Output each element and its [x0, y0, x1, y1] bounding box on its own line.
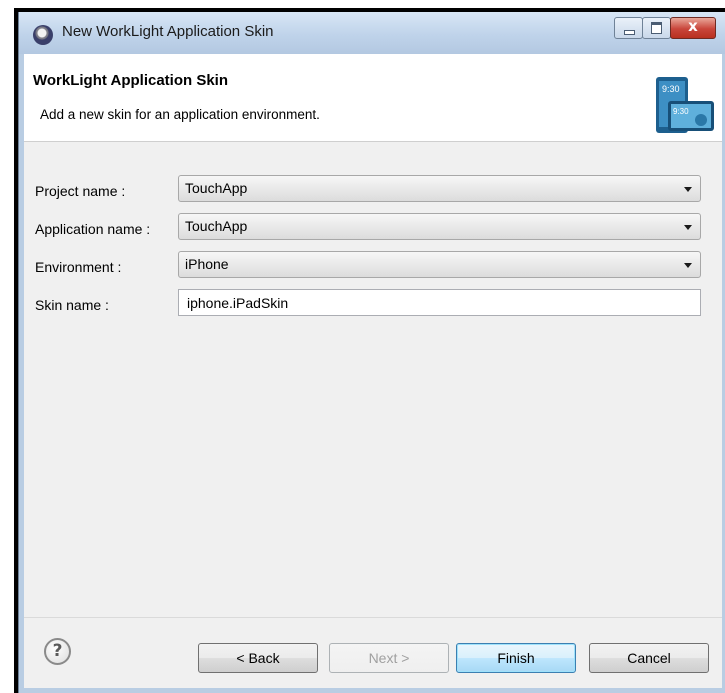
wizard-description: Add a new skin for an application enviro… — [40, 107, 320, 122]
title-bar: New WorkLight Application Skin x — [19, 12, 725, 54]
window-controls: x — [614, 17, 716, 39]
application-name-combo[interactable]: TouchApp — [178, 213, 701, 240]
project-name-row: Project name : TouchApp — [24, 175, 722, 205]
window-title: New WorkLight Application Skin — [62, 23, 274, 40]
skin-name-label: Skin name : — [35, 297, 109, 313]
minimize-button[interactable] — [614, 17, 643, 39]
device-skins-icon: 9:30 9:30 — [656, 77, 714, 133]
project-name-label: Project name : — [35, 183, 126, 199]
environment-label: Environment : — [35, 259, 122, 275]
minimize-icon — [624, 30, 635, 35]
button-bar: ? < Back Next > Finish Cancel — [24, 617, 722, 688]
graphic-time-2: 9:30 — [673, 107, 689, 116]
project-name-combo[interactable]: TouchApp — [178, 175, 701, 202]
help-icon[interactable]: ? — [44, 638, 71, 665]
next-button[interactable]: Next > — [329, 643, 449, 673]
skin-name-input[interactable] — [178, 289, 701, 316]
graphic-time-1: 9:30 — [662, 84, 680, 94]
chevron-down-icon — [684, 187, 692, 192]
chevron-down-icon — [684, 225, 692, 230]
environment-row: Environment : iPhone — [24, 251, 722, 281]
environment-combo[interactable]: iPhone — [178, 251, 701, 278]
environment-value: iPhone — [185, 256, 229, 272]
application-name-row: Application name : TouchApp — [24, 213, 722, 243]
eclipse-app-icon — [33, 25, 53, 45]
project-name-value: TouchApp — [185, 180, 248, 196]
cancel-button[interactable]: Cancel — [589, 643, 709, 673]
finish-button[interactable]: Finish — [456, 643, 576, 673]
dialog-window: New WorkLight Application Skin x WorkLig… — [18, 12, 725, 693]
wizard-title: WorkLight Application Skin — [33, 72, 228, 89]
application-name-label: Application name : — [35, 221, 151, 237]
skin-name-row: Skin name : — [24, 289, 722, 319]
form-body: Project name : TouchApp Application name… — [24, 142, 722, 617]
close-icon: x — [688, 17, 698, 35]
chevron-down-icon — [684, 263, 692, 268]
application-name-value: TouchApp — [185, 218, 248, 234]
maximize-button[interactable] — [642, 17, 671, 39]
close-button[interactable]: x — [670, 17, 716, 39]
maximize-icon — [651, 22, 662, 34]
back-button[interactable]: < Back — [198, 643, 318, 673]
wizard-header: WorkLight Application Skin Add a new ski… — [24, 54, 722, 142]
window-frame: New WorkLight Application Skin x WorkLig… — [14, 8, 725, 693]
